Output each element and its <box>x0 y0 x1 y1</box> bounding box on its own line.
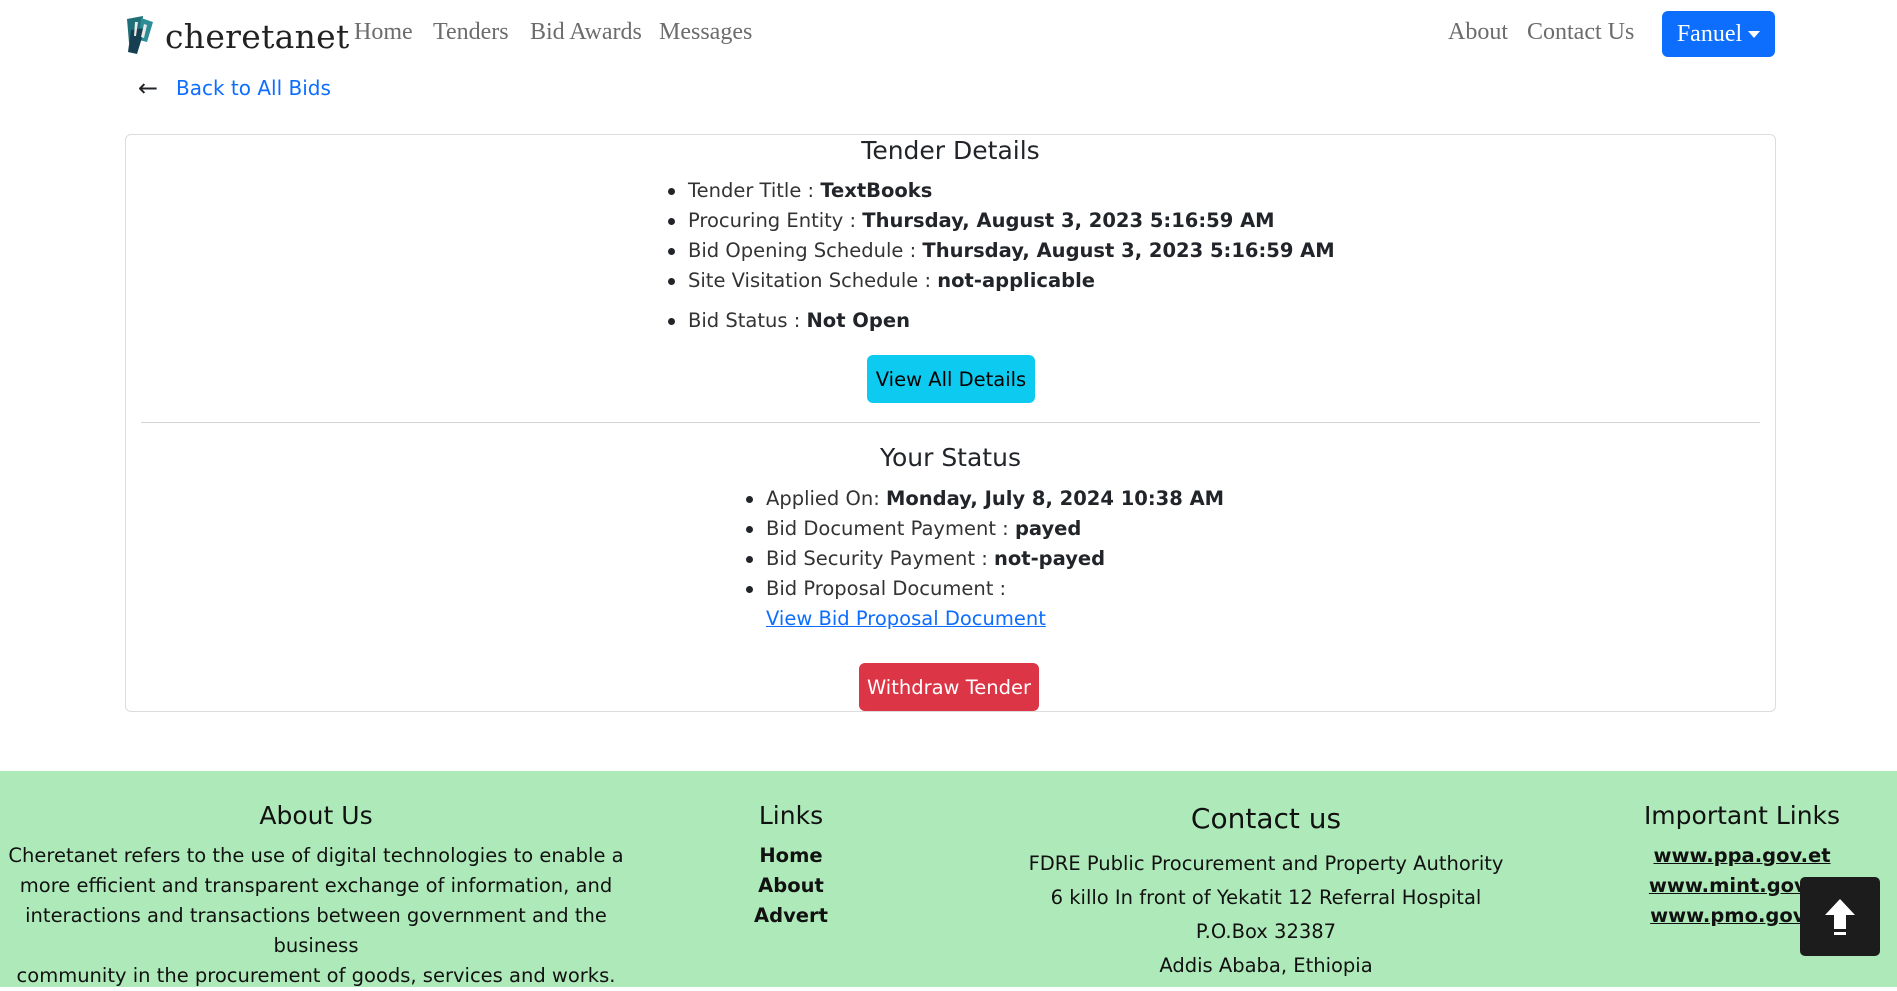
bid-status-item: Bid Status : Not Open <box>666 306 1335 336</box>
arrow-left-icon: ← <box>138 74 159 102</box>
footer-about: About Us Cheretanet refers to the use of… <box>0 801 632 991</box>
brand-name: cheretanet <box>165 16 350 56</box>
your-status-title: Your Status <box>880 443 1021 472</box>
tender-details-list: Tender Title : TextBooks Procuring Entit… <box>666 176 1335 336</box>
footer-contact-line: 6 killo In front of Yekatit 12 Referral … <box>1050 886 1482 909</box>
arrow-up-icon <box>1825 898 1855 935</box>
footer-link-advert[interactable]: Advert <box>711 901 871 931</box>
view-bid-proposal-link[interactable]: View Bid Proposal Document <box>766 607 1046 630</box>
footer-important-title: Important Links <box>1643 801 1841 830</box>
site-visitation-item: Site Visitation Schedule : not-applicabl… <box>666 266 1335 296</box>
bid-opening-item: Bid Opening Schedule : Thursday, August … <box>666 236 1335 266</box>
footer-link-about[interactable]: About <box>711 871 871 901</box>
applied-on-item: Applied On: Monday, July 8, 2024 10:38 A… <box>744 484 1224 514</box>
footer-contact: Contact us FDRE Public Procurement and P… <box>966 802 1566 983</box>
user-menu-button[interactable]: Fanuel <box>1662 11 1775 57</box>
back-to-bids-link[interactable]: ← Back to All Bids <box>138 74 331 102</box>
cheretanet-logo-icon <box>127 16 153 54</box>
footer-about-text: more efficient and transparent exchange … <box>19 874 613 897</box>
bid-detail-card: Tender Details Tender Title : TextBooks … <box>125 134 1776 712</box>
footer-links-title: Links <box>758 801 824 830</box>
footer-contact-title: Contact us <box>1190 802 1342 835</box>
view-all-details-button[interactable]: View All Details <box>867 355 1035 403</box>
navbar: cheretanet Home Tenders Bid Awards Messa… <box>0 0 1897 72</box>
footer-link-ppa[interactable]: www.ppa.gov.et <box>1620 841 1864 871</box>
nav-contact-us[interactable]: Contact Us <box>1527 19 1634 46</box>
footer: About Us Cheretanet refers to the use of… <box>0 771 1897 987</box>
nav-tenders[interactable]: Tenders <box>433 19 509 46</box>
bid-proposal-document-item: Bid Proposal Document : View Bid Proposal… <box>744 574 1224 634</box>
nav-bid-awards[interactable]: Bid Awards <box>530 19 642 46</box>
withdraw-tender-button[interactable]: Withdraw Tender <box>859 663 1039 711</box>
nav-about[interactable]: About <box>1448 19 1508 46</box>
back-link-label: Back to All Bids <box>176 76 331 100</box>
footer-link-home[interactable]: Home <box>711 841 871 871</box>
footer-about-title: About Us <box>259 801 373 830</box>
footer-contact-line: FDRE Public Procurement and Property Aut… <box>1028 852 1504 875</box>
footer-contact-line: Addis Ababa, Ethiopia <box>1159 954 1373 977</box>
nav-home[interactable]: Home <box>354 19 413 46</box>
footer-about-text: Cheretanet refers to the use of digital … <box>8 844 624 867</box>
brand[interactable]: cheretanet <box>125 16 350 56</box>
bid-document-payment-item: Bid Document Payment : payed <box>744 514 1224 544</box>
user-name: Fanuel <box>1676 20 1743 47</box>
tender-details-title: Tender Details <box>861 136 1040 165</box>
scroll-to-top-button[interactable] <box>1800 877 1880 956</box>
bid-security-payment-item: Bid Security Payment : not-payed <box>744 544 1224 574</box>
footer-links: Links Home About Advert <box>711 801 871 931</box>
procuring-entity-item: Procuring Entity : Thursday, August 3, 2… <box>666 206 1335 236</box>
caret-down-icon <box>1748 30 1761 38</box>
section-divider <box>141 422 1760 423</box>
footer-contact-line: P.O.Box 32387 <box>1195 920 1337 943</box>
tender-title-item: Tender Title : TextBooks <box>666 176 1335 206</box>
nav-messages[interactable]: Messages <box>659 19 752 46</box>
your-status-list: Applied On: Monday, July 8, 2024 10:38 A… <box>744 484 1224 634</box>
footer-about-text: interactions and transactions between go… <box>25 904 607 957</box>
